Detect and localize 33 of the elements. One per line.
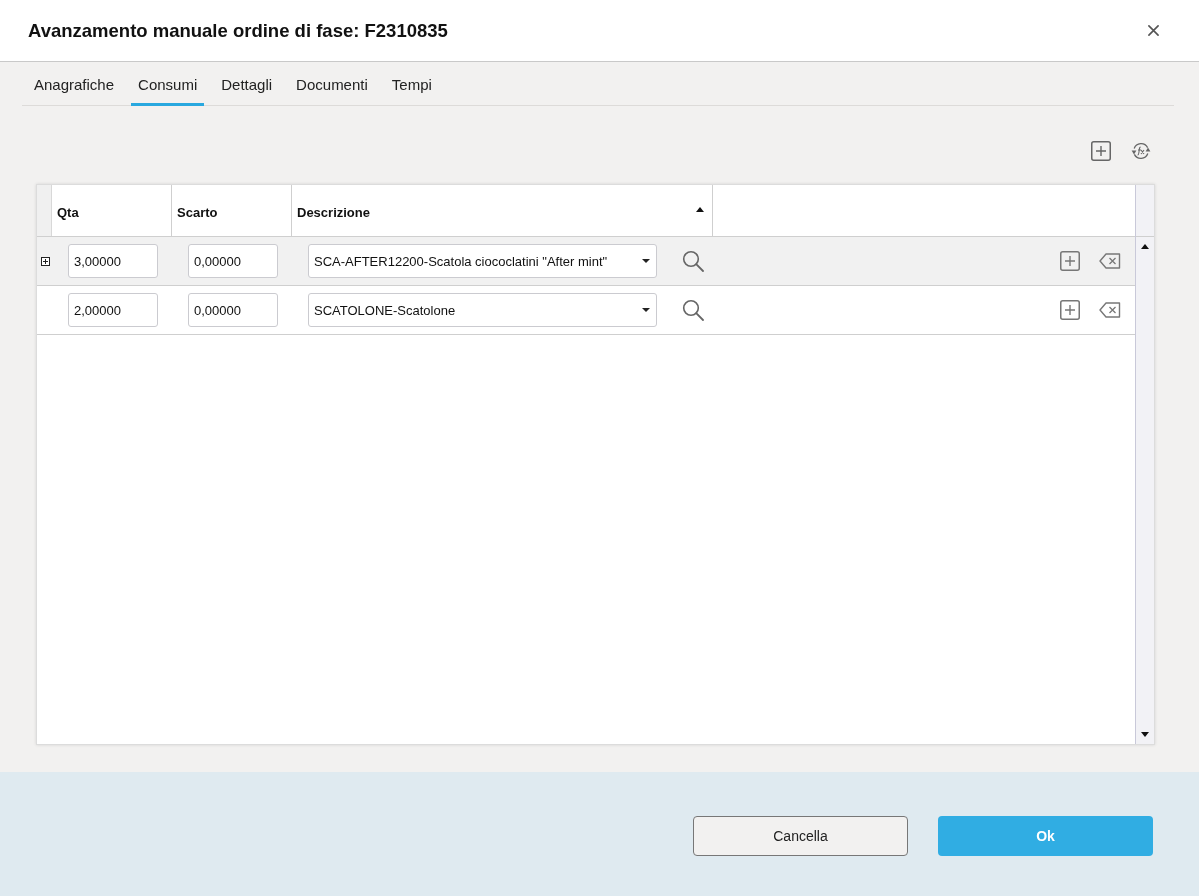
caret-icon: [642, 259, 650, 263]
description-select[interactable]: SCATOLONE-Scatolone: [308, 293, 657, 327]
add-icon[interactable]: [1060, 300, 1080, 320]
tab[interactable]: Tempi: [384, 62, 439, 106]
column-header[interactable]: Descrizione: [297, 205, 370, 220]
cancel-button[interactable]: Cancella: [693, 816, 908, 856]
backspace-icon[interactable]: [1099, 302, 1121, 318]
tab[interactable]: Documenti: [289, 62, 375, 106]
tab[interactable]: Anagrafiche: [27, 62, 122, 106]
scroll-up-icon[interactable]: [1141, 244, 1149, 249]
search-icon[interactable]: [682, 299, 704, 321]
scrap-field[interactable]: 0,00000: [188, 244, 278, 278]
close-icon[interactable]: [1148, 25, 1159, 36]
caret-icon: [642, 308, 650, 312]
scroll-down-icon[interactable]: [1141, 732, 1149, 737]
column-header[interactable]: Qta: [57, 205, 79, 220]
scrap-field[interactable]: 0,00000: [188, 293, 278, 327]
table-row[interactable]: 2,00000 0,00000 SCATOLONE-Scatolone: [37, 286, 1135, 335]
quantity-field[interactable]: 3,00000: [68, 244, 158, 278]
dialog-title: Avanzamento manuale ordine di fase: F2310835: [28, 19, 448, 42]
column-header[interactable]: Scarto: [177, 205, 218, 220]
add-icon[interactable]: [1091, 141, 1111, 161]
refresh-icon[interactable]: [1131, 141, 1151, 161]
scrollbar[interactable]: [1135, 185, 1154, 744]
add-icon[interactable]: [1060, 251, 1080, 271]
expand-icon[interactable]: [41, 256, 50, 266]
tab[interactable]: Consumi: [131, 62, 205, 106]
tab[interactable]: Dettagli: [214, 62, 280, 106]
backspace-icon[interactable]: [1099, 253, 1121, 269]
table-row[interactable]: 3,00000 0,00000 SCA-AFTER12200-Scatola ciococlatini "After mint": [37, 237, 1135, 286]
description-select[interactable]: SCA-AFTER12200-Scatola ciococlatini "After mint": [308, 244, 657, 278]
search-icon[interactable]: [682, 250, 704, 272]
quantity-field[interactable]: 2,00000: [68, 293, 158, 327]
